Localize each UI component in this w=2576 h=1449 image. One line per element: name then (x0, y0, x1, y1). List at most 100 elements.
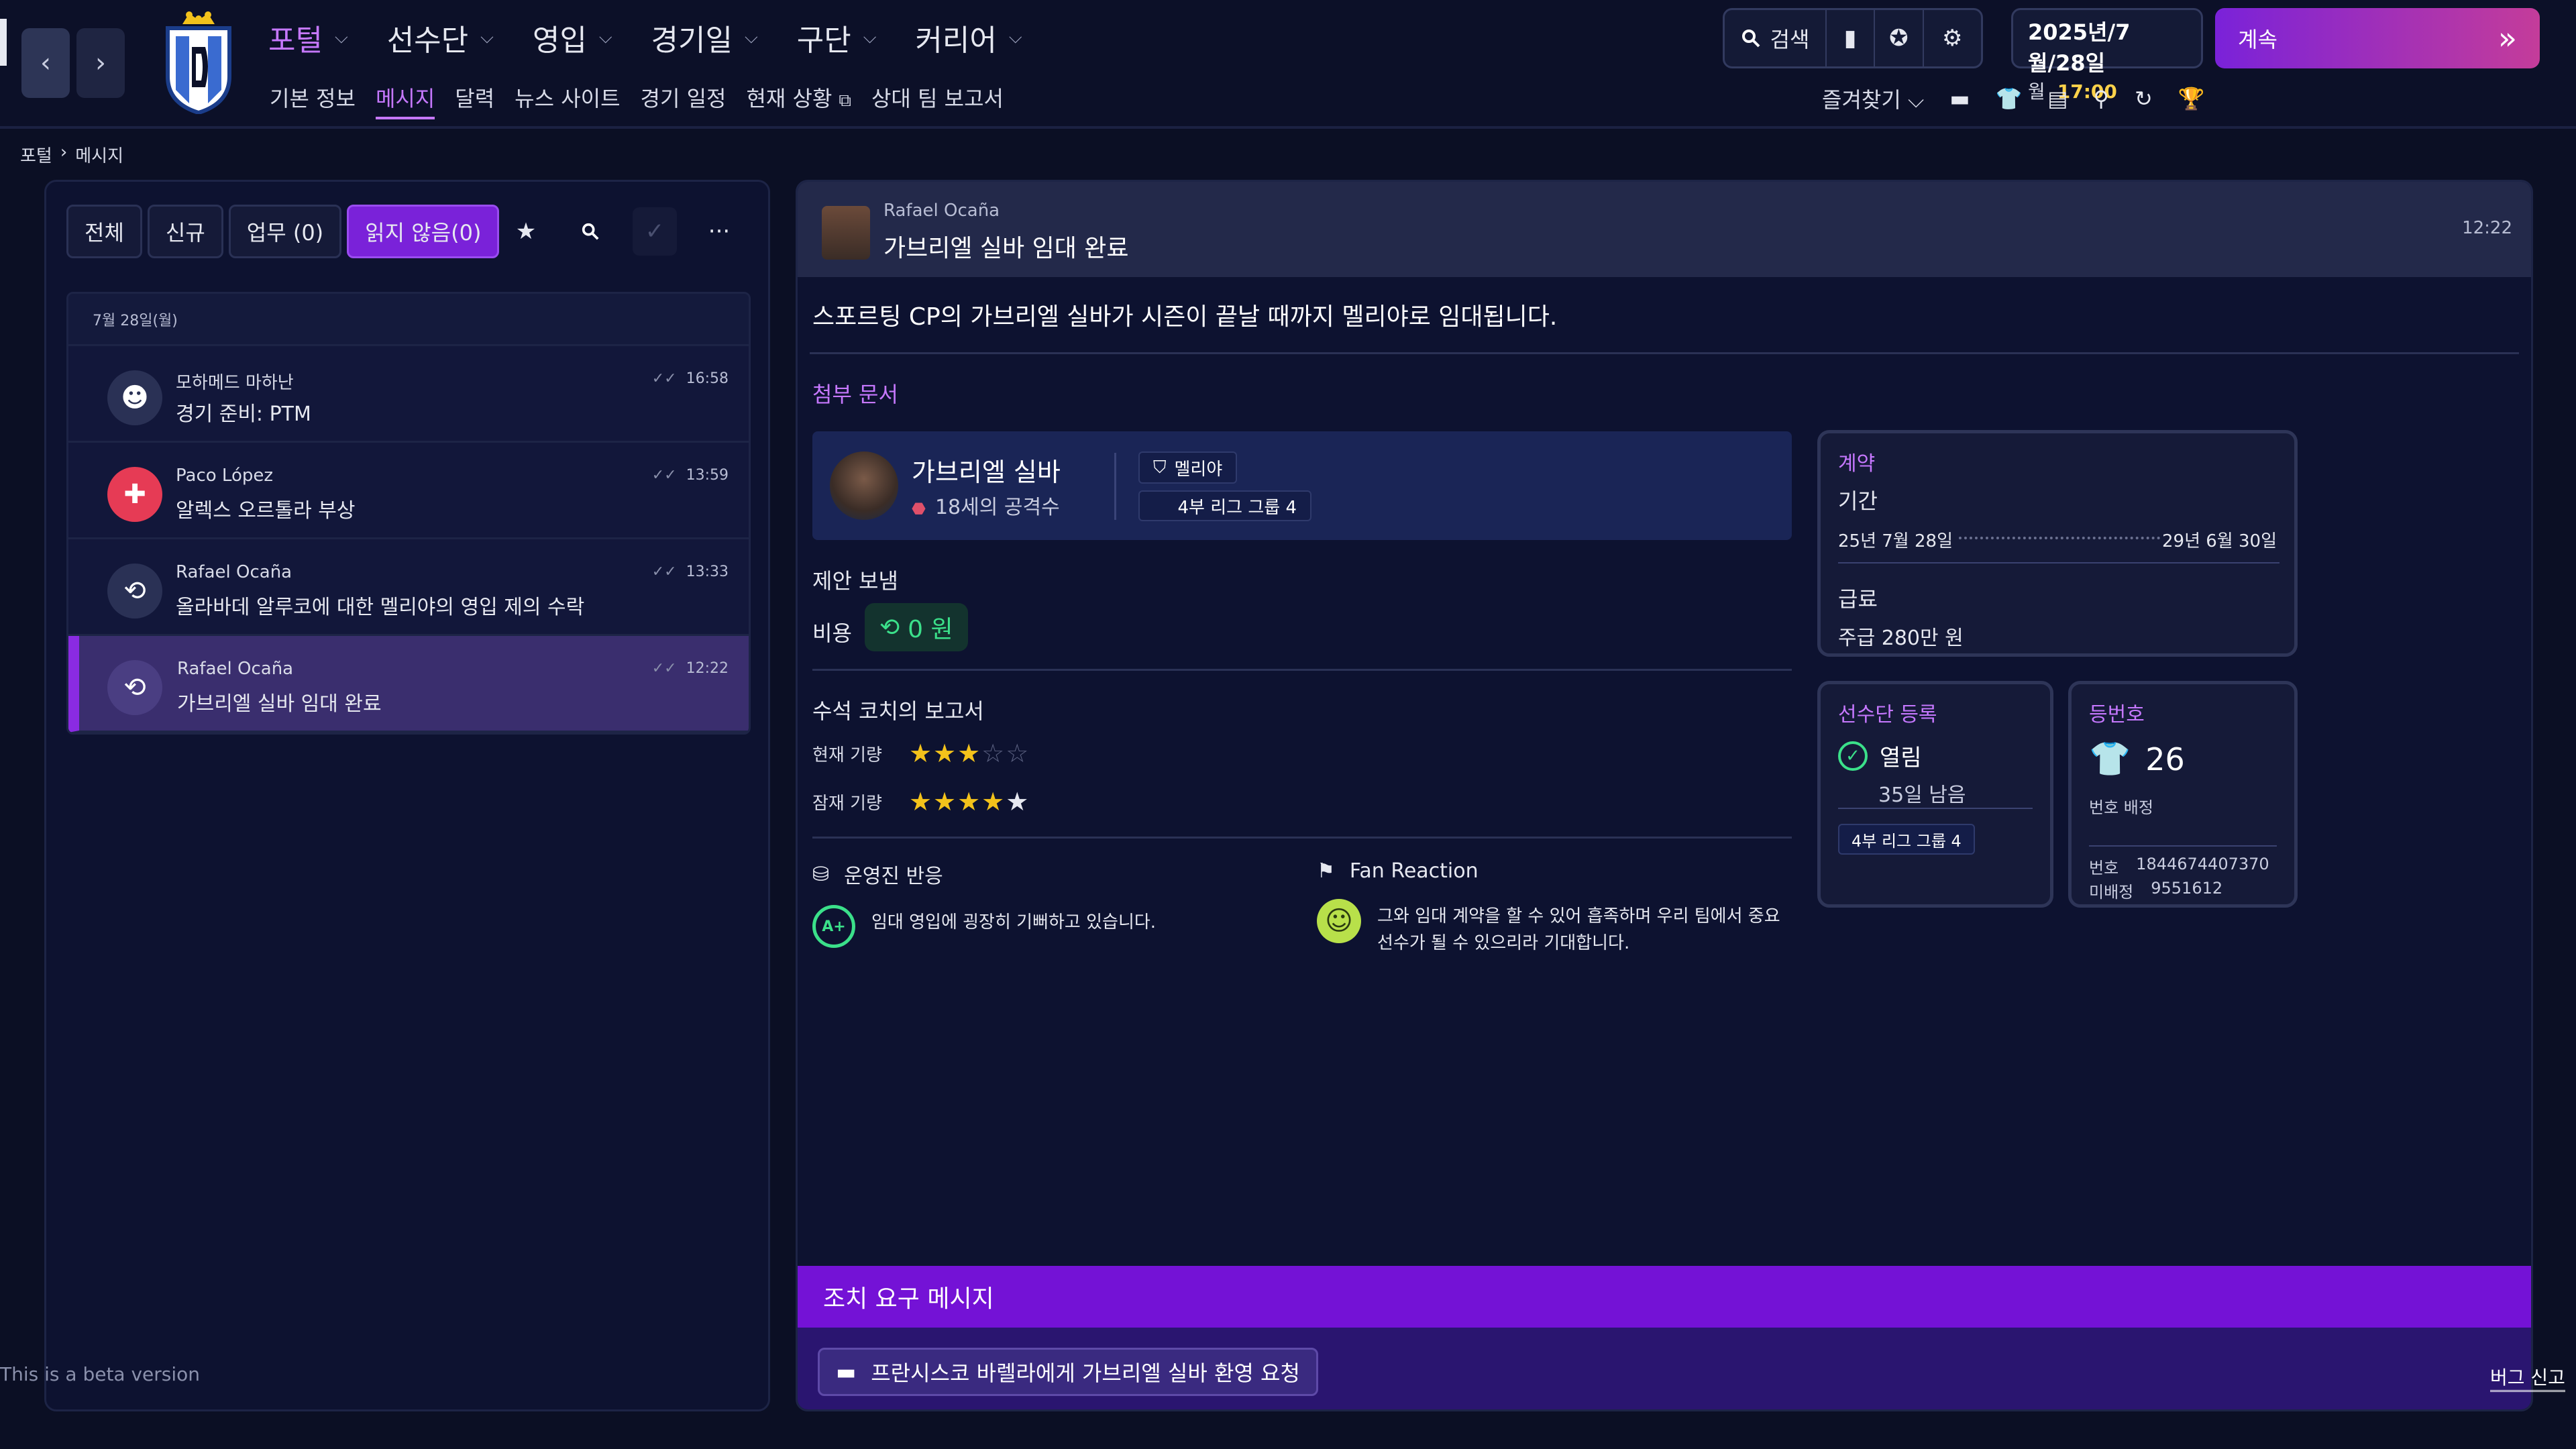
nav-club[interactable]: 구단 ⌵ (797, 16, 877, 59)
nav-transfers[interactable]: 영입 ⌵ (533, 16, 612, 59)
chevron-right-icon: › (95, 48, 106, 78)
nav-matchday[interactable]: 경기일 ⌵ (651, 16, 758, 59)
subnav-overview[interactable]: 기본 정보 (270, 82, 356, 119)
subnav-opposition-report[interactable]: 상대 팀 보고서 (871, 82, 1004, 119)
divider (1114, 453, 1116, 520)
chevron-down-icon: ⌵ (1008, 27, 1022, 48)
more-options-button[interactable]: ··· (697, 207, 741, 256)
message-body: 스포르팅 CP의 가브리엘 실바가 시즌이 끝날 때까지 멜리야로 임대됩니다. (812, 303, 1558, 331)
fans-icon: ⚑ (1317, 859, 1335, 883)
breadcrumb-current: 메시지 (75, 146, 124, 166)
message-sender: Paco López (176, 466, 273, 486)
tab-new[interactable]: 신규 (147, 205, 223, 258)
sender-avatar (822, 206, 870, 260)
divider (2089, 845, 2277, 847)
chevron-right-icon: › (60, 142, 68, 162)
nav-portal[interactable]: 포털 ⌵ (268, 16, 348, 59)
fan-reaction: ⚑ Fan Reaction ☺ 그와 임대 계약을 할 수 있어 흡족하며 우리… (1317, 859, 1800, 957)
message-time: 12:22 (2462, 218, 2512, 238)
tab-unread[interactable]: 읽지 않음(0) (347, 205, 500, 258)
nav-squad[interactable]: 선수단 ⌵ (387, 16, 494, 59)
breadcrumb-root[interactable]: 포털 (20, 142, 52, 167)
search-icon (1741, 30, 1760, 48)
registration-status: ✓ 열림 (1838, 739, 1922, 772)
message-time: ✓✓ 13:33 (651, 564, 729, 580)
double-chevron-right-icon: » (2498, 20, 2517, 56)
tool-group: 검색 ▮ ✪ ⚙ (1723, 8, 1983, 68)
welcome-request-button[interactable]: ▬ 프란시스코 바렐라에게 가브리엘 실바 환영 요청 (818, 1348, 1318, 1396)
back-button[interactable]: ‹ (21, 28, 70, 98)
search-button[interactable]: 검색 (1725, 10, 1827, 66)
check-circle-icon: ✓ (1838, 741, 1868, 771)
cost-value: ⟲ 0 원 (865, 603, 968, 651)
potential-ability-label: 잠재 기량 (812, 793, 882, 814)
message-item[interactable]: ⟲ Rafael Ocaña 올라바데 알루코에 대한 멜리야의 영입 제의 수… (68, 539, 749, 636)
player-name[interactable]: 가브리엘 실바 (912, 451, 1061, 488)
subnav-fixtures[interactable]: 경기 일정 (641, 82, 727, 119)
tab-tasks[interactable]: 업무 (0) (228, 205, 342, 258)
subnav-news[interactable]: 뉴스 사이트 (515, 82, 620, 119)
left-accent-bar (0, 19, 7, 66)
tab-all[interactable]: 전체 (66, 205, 142, 258)
squad-number-card[interactable]: 등번호 👕 26 번호 배정 번호 1844674407370 미배정 9551612 (2068, 681, 2298, 908)
inbox-search-button[interactable] (568, 207, 612, 256)
message-item[interactable]: ✚ Paco López 알렉스 오르톨라 부상 ✓✓ 13:59 (68, 443, 749, 539)
date-text: 2025년/7월/28일 (2028, 19, 2131, 76)
subnav-calendar[interactable]: 달력 (455, 82, 494, 119)
tactics-board-icon[interactable]: ▤ (2047, 86, 2068, 111)
game-date[interactable]: 2025년/7월/28일 월 17:00 (2011, 8, 2203, 103)
current-ability-stars: ★★★☆☆ (908, 739, 1030, 768)
registration-league-chip[interactable]: 4부 리그 그룹 4 (1838, 824, 1975, 855)
sub-nav: 기본 정보 메시지 달력 뉴스 사이트 경기 일정 현재 상황 ⧉ 상대 팀 보고… (270, 82, 1004, 119)
player-card[interactable]: 가브리엘 실바 ⬣ 18세의 공격수 ⛉ 멜리야 4부 리그 그룹 4 (812, 431, 1792, 540)
subnav-status[interactable]: 현재 상황 ⧉ (746, 82, 851, 119)
current-ability-row: 현재 기량 ★★★☆☆ (812, 739, 1030, 768)
forward-button[interactable]: › (76, 28, 125, 98)
continue-button[interactable]: 계속 » (2215, 8, 2540, 68)
search-icon (582, 223, 599, 240)
star-filter-button[interactable]: ★ (504, 207, 548, 256)
shirt-icon: 👕 (2089, 739, 2131, 778)
message-subject: 알렉스 오르톨라 부상 (176, 499, 356, 523)
nav-career[interactable]: 커리어 ⌵ (915, 16, 1022, 59)
shirt-icon[interactable]: 👕 (1995, 86, 2022, 111)
player-club-chip[interactable]: ⛉ 멜리야 (1138, 451, 1238, 484)
attachments-heading: 첨부 문서 (812, 382, 898, 407)
mark-read-button[interactable]: ✓ (633, 207, 677, 256)
search-label: 검색 (1770, 27, 1810, 52)
message-item-selected[interactable]: ⟲ Rafael Ocaña 가브리엘 실바 임대 완료 ✓✓ 12:22 (68, 636, 749, 733)
contract-end: 29년 6월 30일 (2162, 531, 2277, 551)
top-bar: ‹ › 포털 ⌵ 선수단 ⌵ 영입 ⌵ 경기일 ⌵ 구단 ⌵ 커리어 ⌵ 기본 정보 메시지… (0, 0, 2576, 129)
club-crest-logo[interactable] (162, 9, 235, 114)
message-header: Rafael Ocaña 가브리엘 실바 임대 완료 12:22 (798, 182, 2531, 277)
hint-button[interactable]: ✪ (1875, 10, 1924, 66)
double-check-icon: ✓✓ (651, 660, 677, 677)
settings-button[interactable]: ⚙ (1924, 10, 1981, 66)
cost-label: 비용 (812, 621, 852, 646)
period-dotted-line (1959, 537, 2160, 539)
chevron-down-icon: ⌵ (863, 27, 877, 48)
divider (812, 837, 1792, 839)
ellipsis-icon: ··· (708, 218, 731, 245)
subnav-messages[interactable]: 메시지 (375, 82, 435, 119)
bookmark-icon: ▮ (1843, 25, 1857, 52)
scout-icon[interactable]: ⚲ (2094, 86, 2109, 111)
chat-icon[interactable]: ▬ (1949, 86, 1970, 111)
trophy-icon[interactable]: 🏆 (2178, 86, 2205, 111)
lightbulb-icon: ✪ (1889, 25, 1909, 52)
player-league-chip[interactable]: 4부 리그 그룹 4 (1138, 490, 1311, 521)
board-reaction-title: 운영진 반응 (844, 865, 943, 888)
bookmark-button[interactable]: ▮ (1827, 10, 1876, 66)
transfer-icon: ⟲ (107, 564, 162, 619)
transfer-icon: ⟲ (107, 660, 162, 715)
chevron-down-icon: ⌵ (1907, 87, 1925, 113)
bug-report-link[interactable]: 버그 신고 (2490, 1363, 2565, 1392)
message-item[interactable]: ☻ 모하메드 마하난 경기 준비: PTM ✓✓ 16:58 (68, 346, 749, 443)
coach-report-heading: 수석 코치의 보고서 (812, 698, 984, 724)
contract-start: 25년 7월 28일 (1838, 531, 1953, 551)
favorites-dropdown[interactable]: 즐겨찾기 ⌵ (1822, 83, 1924, 114)
refresh-icon[interactable]: ↻ (2135, 86, 2153, 111)
offer-sent-label: 제안 보냄 (812, 568, 898, 594)
chevron-down-icon: ⌵ (745, 27, 758, 48)
number-id-row: 번호 1844674407370 (2089, 855, 2269, 877)
